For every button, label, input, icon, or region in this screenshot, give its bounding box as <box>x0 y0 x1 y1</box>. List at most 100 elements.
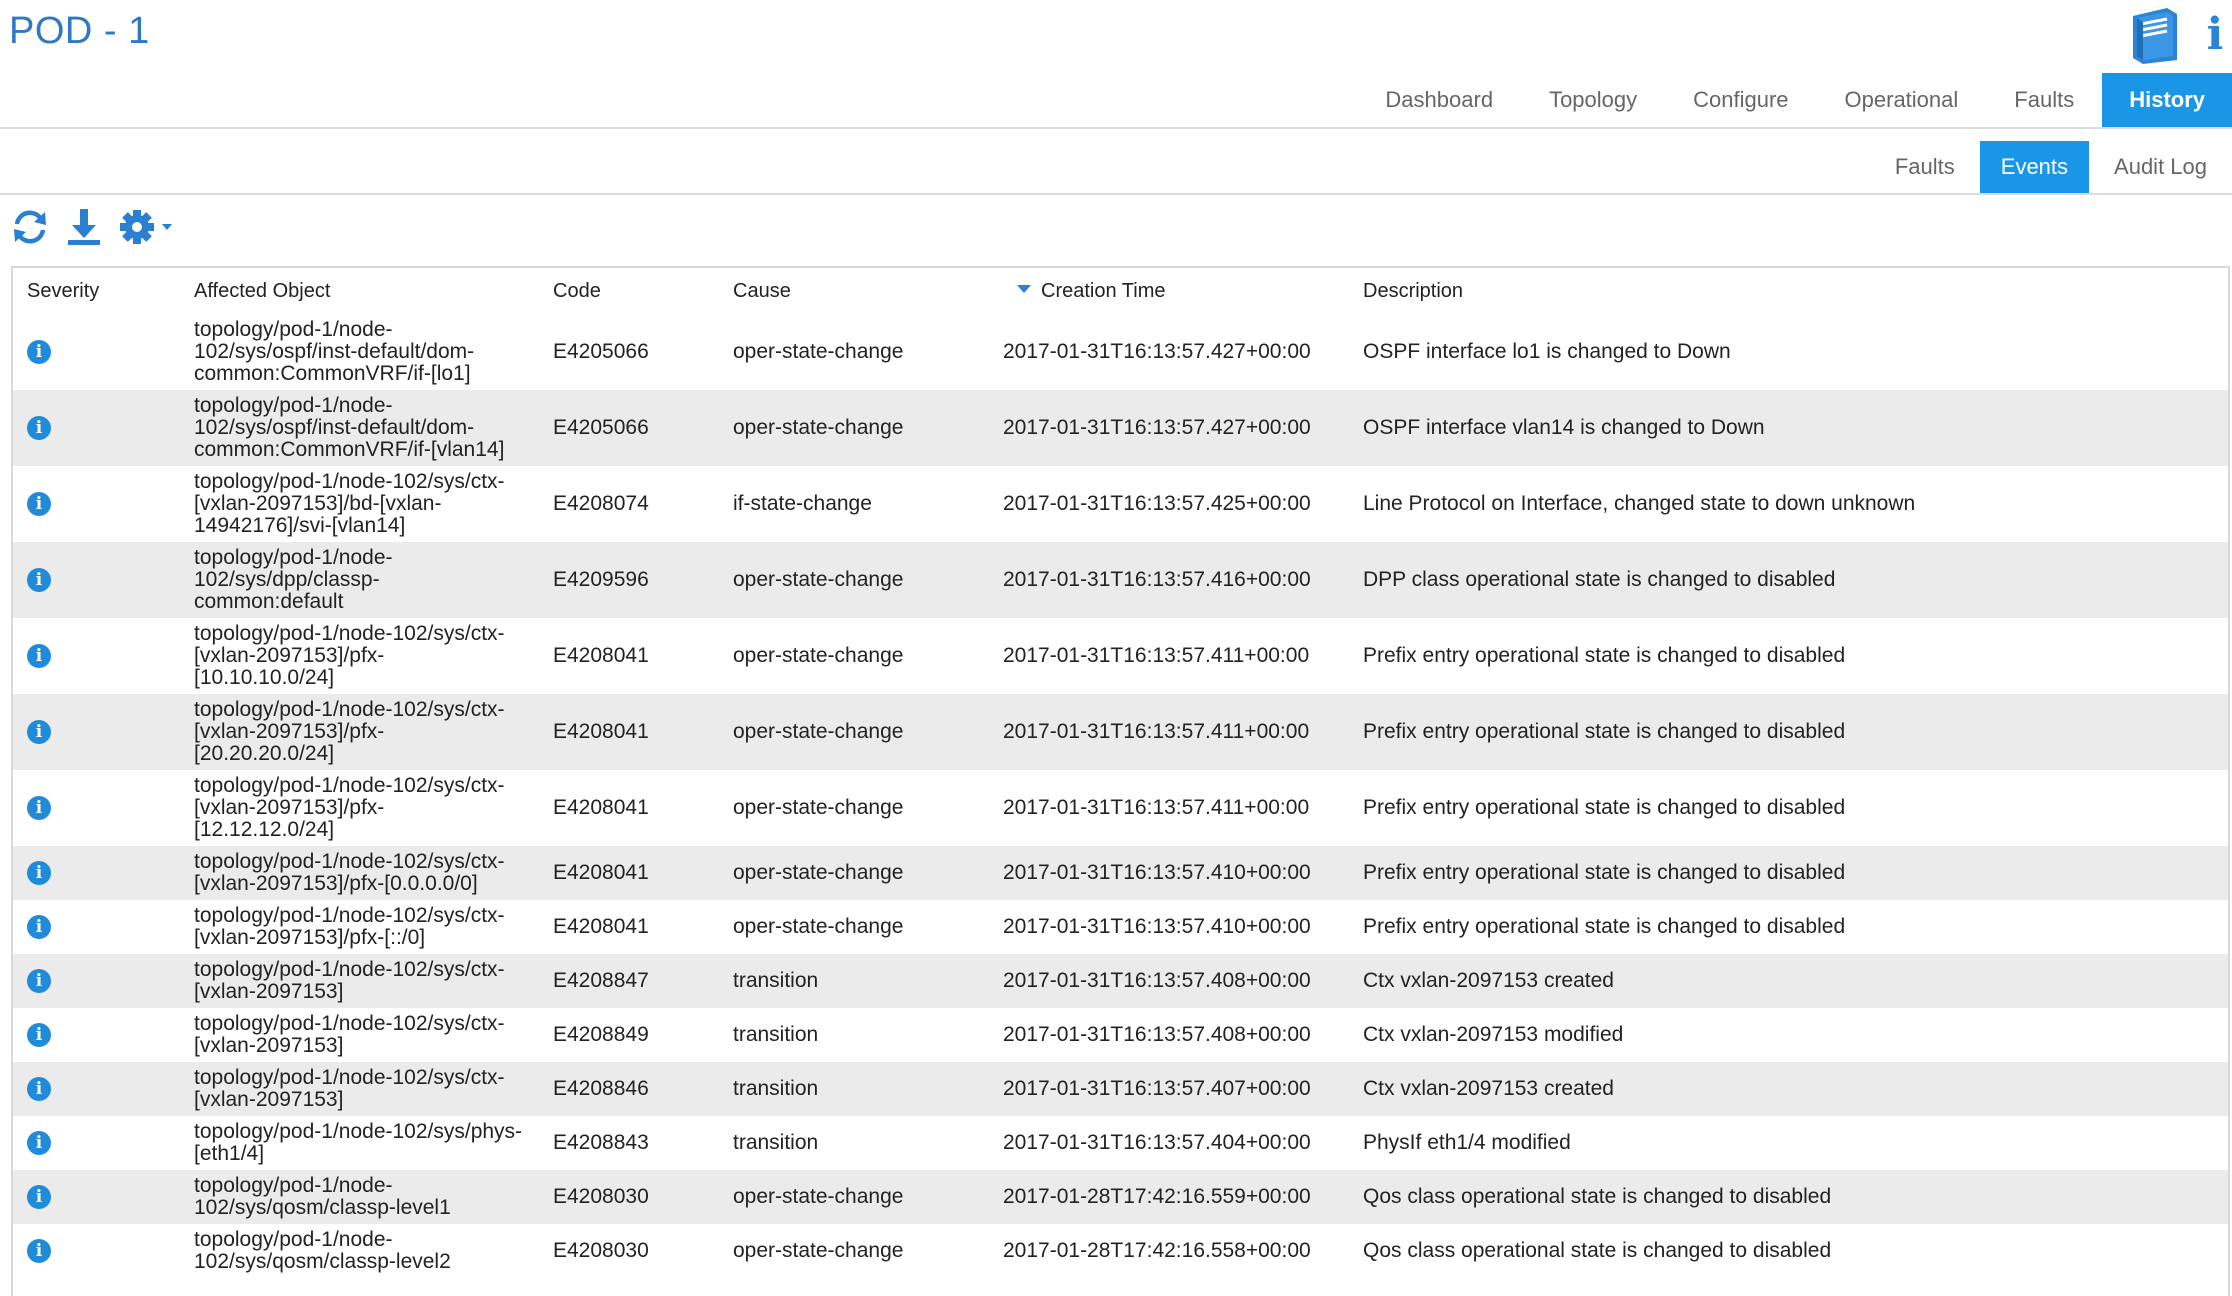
code-text: E4208041 <box>553 720 649 743</box>
table-row[interactable]: i topology/pod-1/node-102/sys/ctx- [vxlan… <box>13 466 2228 542</box>
description-cell: OSPF interface lo1 is changed to Down <box>1363 314 2228 390</box>
info-icon: i <box>27 1077 51 1101</box>
affected-object-text: topology/pod-1/node-102/sys/ctx- [vxlan-… <box>194 958 505 1003</box>
creation-time-cell: 2017-01-31T16:13:57.425+00:00 <box>1003 466 1363 542</box>
table-header-row: Severity Affected Object Code Cause Crea… <box>13 268 2228 314</box>
tab-operational[interactable]: Operational <box>1817 73 1987 127</box>
description-cell: Ctx vxlan-2097153 modified <box>1363 1008 2228 1062</box>
column-header-affected-object[interactable]: Affected Object <box>194 268 553 314</box>
creation-time-cell: 2017-01-31T16:13:57.411+00:00 <box>1003 618 1363 694</box>
description-cell: Qos class operational state is changed t… <box>1363 1224 2228 1278</box>
creation-time-cell: 2017-01-31T16:13:57.408+00:00 <box>1003 1008 1363 1062</box>
table-row[interactable]: i topology/pod-1/node-102/sys/ctx- [vxlan… <box>13 1008 2228 1062</box>
download-icon[interactable] <box>64 205 104 249</box>
book-icon[interactable] <box>2127 6 2183 64</box>
column-header-cause[interactable]: Cause <box>733 268 1003 314</box>
code-cell: E4209596 <box>553 542 733 618</box>
affected-object-cell: topology/pod-1/node-102/sys/ctx- [vxlan-… <box>194 618 553 694</box>
info-icon: i <box>27 1239 51 1263</box>
cause-cell: transition <box>733 1008 1003 1062</box>
table-row[interactable]: i topology/pod-1/node- 102/sys/ospf/inst-… <box>13 390 2228 466</box>
column-header-severity[interactable]: Severity <box>13 268 194 314</box>
cause-cell: oper-state-change <box>733 390 1003 466</box>
tab-topology[interactable]: Topology <box>1521 73 1665 127</box>
severity-cell: i <box>13 542 194 618</box>
affected-object-cell: topology/pod-1/node-102/sys/ctx- [vxlan-… <box>194 466 553 542</box>
affected-object-text: topology/pod-1/node-102/sys/ctx- [vxlan-… <box>194 1012 505 1057</box>
affected-object-text: topology/pod-1/node- 102/sys/ospf/inst-d… <box>194 394 505 461</box>
tab-faults[interactable]: Faults <box>1986 73 2102 127</box>
tab-history[interactable]: History <box>2102 73 2232 127</box>
description-text: Qos class operational state is changed t… <box>1363 1185 1832 1208</box>
affected-object-text: topology/pod-1/node-102/sys/phys- [eth1/… <box>194 1120 523 1165</box>
table-row[interactable]: i topology/pod-1/node-102/sys/ctx- [vxlan… <box>13 694 2228 770</box>
creation-time-text: 2017-01-31T16:13:57.408+00:00 <box>1003 1023 1311 1046</box>
table-row[interactable]: i topology/pod-1/node- 102/sys/dpp/classp… <box>13 542 2228 618</box>
table-row[interactable]: i topology/pod-1/node- 102/sys/qosm/class… <box>13 1170 2228 1224</box>
info-icon: i <box>27 416 51 440</box>
info-icon: i <box>27 969 51 993</box>
cause-text: transition <box>733 1077 819 1100</box>
affected-object-cell: topology/pod-1/node-102/sys/ctx- [vxlan-… <box>194 770 553 846</box>
table-row[interactable]: i topology/pod-1/node- 102/sys/qosm/class… <box>13 1224 2228 1278</box>
code-cell: E4205066 <box>553 314 733 390</box>
severity-cell: i <box>13 466 194 542</box>
info-icon: i <box>27 720 51 744</box>
affected-object-cell: topology/pod-1/node- 102/sys/ospf/inst-d… <box>194 390 553 466</box>
affected-object-text: topology/pod-1/node- 102/sys/qosm/classp… <box>194 1228 451 1273</box>
tab-configure[interactable]: Configure <box>1665 73 1816 127</box>
subtab-audit-log[interactable]: Audit Log <box>2089 141 2232 193</box>
column-header-creation-time[interactable]: Creation Time <box>1003 268 1363 314</box>
refresh-icon[interactable] <box>10 205 50 249</box>
table-body: i topology/pod-1/node- 102/sys/ospf/inst-… <box>13 314 2228 1278</box>
code-text: E4208041 <box>553 861 649 884</box>
gear-icon[interactable] <box>118 205 176 249</box>
subtab-faults[interactable]: Faults <box>1870 141 1980 193</box>
info-icon: i <box>27 340 51 364</box>
subtab-events[interactable]: Events <box>1979 141 2090 193</box>
cause-cell: transition <box>733 1062 1003 1116</box>
code-cell: E4208849 <box>553 1008 733 1062</box>
info-icon: i <box>27 492 51 516</box>
sort-descending-icon <box>1017 285 1031 294</box>
code-cell: E4208846 <box>553 1062 733 1116</box>
table-row[interactable]: i topology/pod-1/node-102/sys/phys- [eth1… <box>13 1116 2228 1170</box>
affected-object-cell: topology/pod-1/node- 102/sys/ospf/inst-d… <box>194 314 553 390</box>
table-row[interactable]: i topology/pod-1/node-102/sys/ctx- [vxlan… <box>13 1062 2228 1116</box>
code-text: E4208074 <box>553 492 649 515</box>
creation-time-cell: 2017-01-31T16:13:57.427+00:00 <box>1003 390 1363 466</box>
creation-time-text: 2017-01-31T16:13:57.408+00:00 <box>1003 969 1311 992</box>
info-icon[interactable]: i <box>2202 8 2228 62</box>
table-row[interactable]: i topology/pod-1/node-102/sys/ctx- [vxlan… <box>13 900 2228 954</box>
affected-object-cell: topology/pod-1/node- 102/sys/qosm/classp… <box>194 1224 553 1278</box>
code-cell: E4208847 <box>553 954 733 1008</box>
code-cell: E4208041 <box>553 770 733 846</box>
table-row[interactable]: i topology/pod-1/node-102/sys/ctx- [vxlan… <box>13 846 2228 900</box>
cause-cell: if-state-change <box>733 466 1003 542</box>
affected-object-text: topology/pod-1/node- 102/sys/qosm/classp… <box>194 1174 451 1219</box>
creation-time-text: 2017-01-31T16:13:57.425+00:00 <box>1003 492 1311 515</box>
table-row[interactable]: i topology/pod-1/node- 102/sys/ospf/inst-… <box>13 314 2228 390</box>
description-text: Prefix entry operational state is change… <box>1363 915 1846 938</box>
cause-cell: oper-state-change <box>733 846 1003 900</box>
affected-object-cell: topology/pod-1/node-102/sys/ctx- [vxlan-… <box>194 954 553 1008</box>
affected-object-text: topology/pod-1/node- 102/sys/ospf/inst-d… <box>194 318 475 385</box>
code-cell: E4208843 <box>553 1116 733 1170</box>
description-cell: Prefix entry operational state is change… <box>1363 846 2228 900</box>
table-row[interactable]: i topology/pod-1/node-102/sys/ctx- [vxlan… <box>13 770 2228 846</box>
affected-object-cell: topology/pod-1/node-102/sys/ctx- [vxlan-… <box>194 1008 553 1062</box>
cause-text: oper-state-change <box>733 568 904 591</box>
column-header-description[interactable]: Description <box>1363 268 2228 314</box>
tab-dashboard[interactable]: Dashboard <box>1357 73 1521 127</box>
cause-text: if-state-change <box>733 492 872 515</box>
creation-time-text: 2017-01-31T16:13:57.416+00:00 <box>1003 568 1311 591</box>
affected-object-cell: topology/pod-1/node- 102/sys/qosm/classp… <box>194 1170 553 1224</box>
table-row[interactable]: i topology/pod-1/node-102/sys/ctx- [vxlan… <box>13 618 2228 694</box>
column-header-code[interactable]: Code <box>553 268 733 314</box>
events-table: Severity Affected Object Code Cause Crea… <box>11 266 2230 1296</box>
severity-cell: i <box>13 1116 194 1170</box>
severity-cell: i <box>13 954 194 1008</box>
table-row[interactable]: i topology/pod-1/node-102/sys/ctx- [vxlan… <box>13 954 2228 1008</box>
description-cell: Ctx vxlan-2097153 created <box>1363 954 2228 1008</box>
cause-text: transition <box>733 1131 819 1154</box>
